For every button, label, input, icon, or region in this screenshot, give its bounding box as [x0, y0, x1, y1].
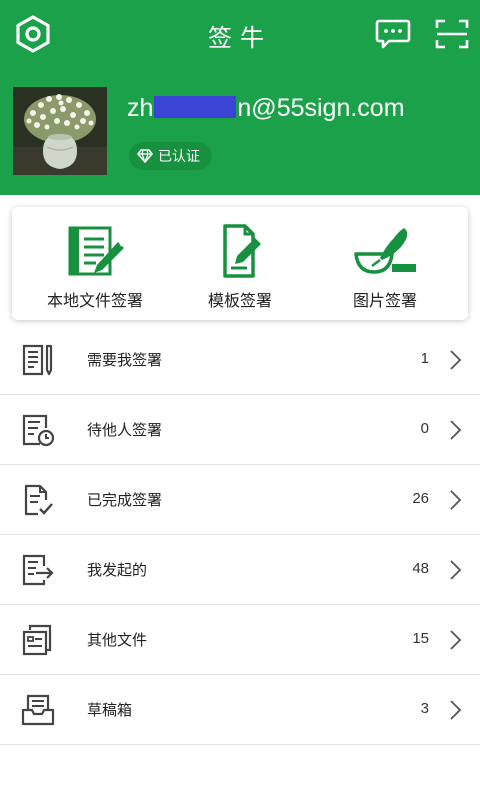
- doc-clock-icon: [22, 414, 55, 447]
- doc-pen-icon: [22, 344, 53, 376]
- avatar[interactable]: [13, 87, 107, 175]
- verified-label: 已认证: [158, 149, 200, 165]
- list-item-count: 15: [412, 630, 429, 647]
- redaction-bar: [154, 96, 237, 118]
- list-item-count: 26: [412, 490, 429, 507]
- doc-check-icon: [24, 484, 53, 516]
- message-icon[interactable]: [374, 17, 412, 51]
- app-title: 签牛: [208, 24, 272, 52]
- chevron-right-icon: [450, 700, 462, 720]
- verified-badge: 已认证: [129, 142, 212, 170]
- list-item-other-files[interactable]: 其他文件 15: [0, 605, 480, 675]
- image-sign-button[interactable]: 图片签署: [310, 207, 460, 320]
- template-sign-label: 模板签署: [207, 291, 272, 310]
- chevron-right-icon: [450, 630, 462, 650]
- list-item-label: 其他文件: [87, 631, 148, 649]
- document-category-list: 需要我签署 1 待他人签署 0 已完成签署 26 我发起的 48 其他文件 15…: [0, 325, 480, 745]
- list-item-pending-others[interactable]: 待他人签署 0: [0, 395, 480, 465]
- account-email: zh n@55sign.com: [127, 94, 405, 122]
- list-item-need-my-sign[interactable]: 需要我签署 1: [0, 325, 480, 395]
- list-item-count: 48: [412, 560, 429, 577]
- chevron-right-icon: [450, 490, 462, 510]
- signing-actions-card: 本地文件签署 模板签署 图片签署: [12, 207, 468, 320]
- chevron-right-icon: [450, 420, 462, 440]
- feather-pen-icon: [354, 228, 416, 274]
- list-item-count: 0: [420, 420, 429, 437]
- doc-stack-icon: [22, 624, 52, 656]
- inbox-tray-icon: [21, 694, 55, 726]
- list-item-initiated[interactable]: 我发起的 48: [0, 535, 480, 605]
- list-item-label: 我发起的: [87, 561, 148, 579]
- image-sign-label: 图片签署: [352, 291, 417, 310]
- list-item-label: 已完成签署: [87, 491, 163, 509]
- top-bar: 签牛: [0, 0, 480, 68]
- list-item-label: 需要我签署: [87, 351, 163, 369]
- doc-send-icon: [22, 554, 54, 586]
- chevron-right-icon: [450, 350, 462, 370]
- local-file-sign-button[interactable]: 本地文件签署: [20, 207, 170, 320]
- local-file-sign-label: 本地文件签署: [46, 291, 143, 310]
- settings-icon[interactable]: [14, 15, 52, 53]
- diamond-icon: [137, 149, 153, 163]
- profile-header: 签牛 zh n@55sign.com 已认证: [0, 0, 480, 195]
- template-sign-button[interactable]: 模板签署: [165, 207, 315, 320]
- scan-icon[interactable]: [434, 17, 470, 51]
- list-item-count: 1: [420, 350, 429, 367]
- list-item-label: 草稿箱: [87, 701, 133, 719]
- list-item-label: 待他人签署: [87, 421, 163, 439]
- document-edit-icon: [223, 224, 261, 278]
- list-item-count: 3: [420, 700, 429, 717]
- notebook-pen-icon: [68, 226, 124, 276]
- list-item-drafts[interactable]: 草稿箱 3: [0, 675, 480, 745]
- list-item-completed[interactable]: 已完成签署 26: [0, 465, 480, 535]
- chevron-right-icon: [450, 560, 462, 580]
